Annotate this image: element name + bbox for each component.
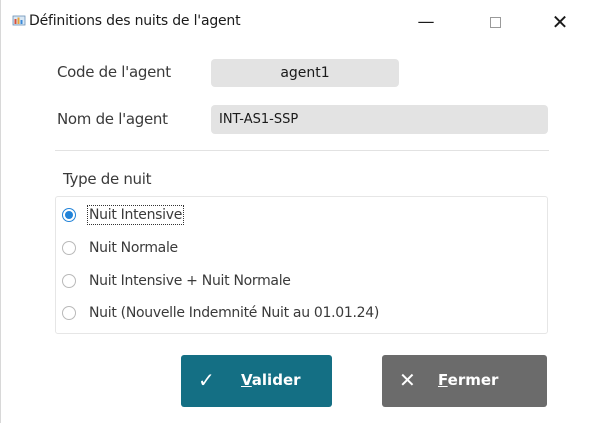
radio-button[interactable] bbox=[62, 208, 76, 222]
radio-option-intensive-plus-normale[interactable]: Nuit Intensive + Nuit Normale bbox=[62, 268, 291, 294]
close-button[interactable]: ✕ bbox=[537, 0, 583, 44]
radio-option-label: Nuit Intensive bbox=[86, 205, 185, 225]
divider bbox=[55, 150, 549, 151]
night-type-radio-group: Nuit Intensive Nuit Normale Nuit Intensi… bbox=[55, 196, 548, 334]
agent-name-field[interactable]: INT-AS1-SSP bbox=[211, 105, 548, 134]
close-icon: ✕ bbox=[551, 10, 569, 34]
valider-label: Valider bbox=[241, 371, 301, 389]
radio-option-label: Nuit (Nouvelle Indemnité Nuit au 01.01.2… bbox=[89, 305, 380, 321]
dialog-window: Définitions des nuits de l'agent — ✕ Cod… bbox=[0, 0, 589, 423]
minimize-icon: — bbox=[417, 12, 435, 32]
radio-option-nuit-normale[interactable]: Nuit Normale bbox=[62, 235, 178, 261]
maximize-button[interactable] bbox=[472, 0, 518, 44]
window-title: Définitions des nuits de l'agent bbox=[29, 13, 241, 29]
radio-option-nuit-intensive[interactable]: Nuit Intensive bbox=[62, 202, 185, 228]
agent-code-label: Code de l'agent bbox=[57, 63, 171, 81]
radio-option-label: Nuit Intensive + Nuit Normale bbox=[89, 273, 291, 289]
agent-code-field[interactable]: agent1 bbox=[211, 59, 399, 87]
radio-option-nouvelle-indemnite[interactable]: Nuit (Nouvelle Indemnité Nuit au 01.01.2… bbox=[62, 300, 379, 326]
night-type-label: Type de nuit bbox=[63, 170, 152, 188]
radio-option-label: Nuit Normale bbox=[89, 240, 178, 256]
check-icon: ✓ bbox=[198, 368, 215, 392]
valider-button[interactable]: ✓ Valider bbox=[181, 355, 332, 407]
radio-button[interactable] bbox=[62, 241, 76, 255]
radio-button[interactable] bbox=[62, 274, 76, 288]
title-bar[interactable]: Définitions des nuits de l'agent — ✕ bbox=[1, 0, 589, 44]
app-icon bbox=[12, 15, 26, 26]
radio-button[interactable] bbox=[62, 306, 76, 320]
fermer-button[interactable]: ✕ Fermer bbox=[382, 355, 547, 407]
fermer-label: Fermer bbox=[438, 371, 499, 389]
minimize-button[interactable]: — bbox=[403, 0, 449, 44]
agent-name-label: Nom de l'agent bbox=[57, 110, 168, 128]
close-icon: ✕ bbox=[399, 368, 416, 392]
maximize-icon bbox=[489, 16, 501, 28]
